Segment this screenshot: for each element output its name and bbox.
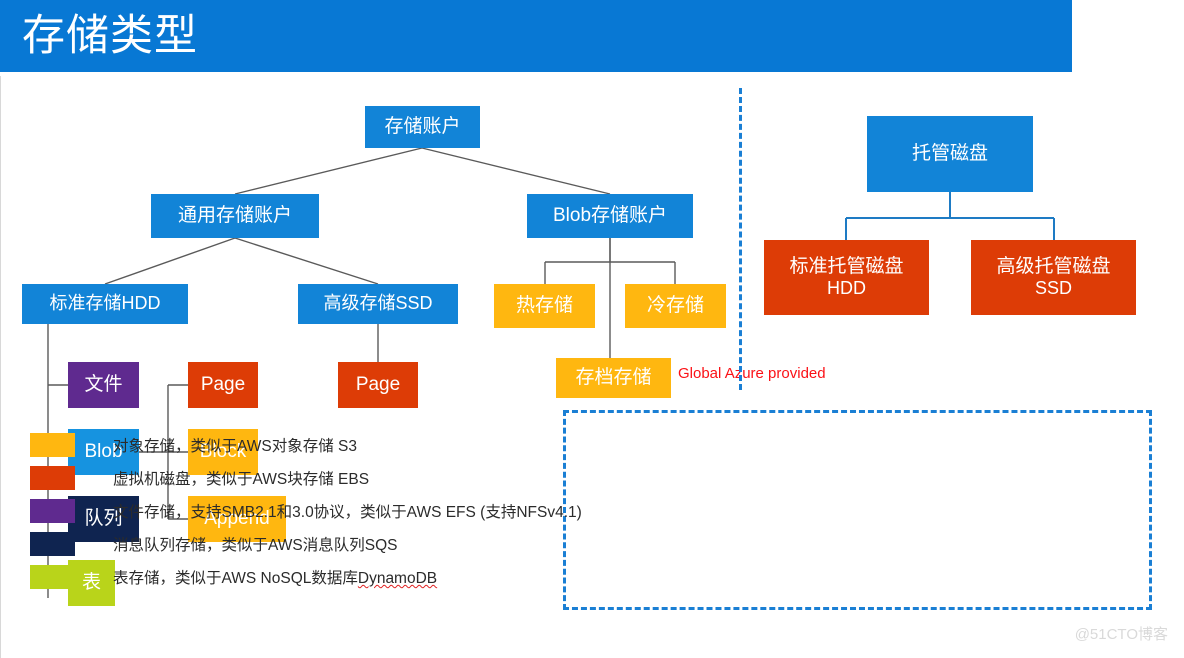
watermark: @51CTO博客 (1074, 626, 1168, 643)
legend-swatch-file-storage (30, 499, 75, 523)
archive-note-label: Global Azure provided (678, 365, 826, 382)
premium-managed-disk-subtitle: SSD (1034, 278, 1072, 299)
legend-label-file-storage: 文件存储，支持SMB2.1和3.0协议，类似于AWS EFS (支持NFSv4.… (113, 504, 582, 521)
legend-label-vm-disk: 虚拟机磁盘，类似于AWS块存储 EBS (113, 471, 370, 488)
node-managed-disk[interactable]: 托管磁盘 (867, 116, 1033, 192)
node-storage-account[interactable]: 存储账户 (365, 106, 480, 148)
node-premium-storage-ssd[interactable]: 高级存储SSD (298, 284, 458, 324)
node-file-storage[interactable]: 文件 (68, 362, 139, 408)
legend-label-table-storage: 表存储，类似于AWS NoSQL数据库DynamoDB (113, 566, 437, 588)
legend-item-queue-storage: 消息队列存储，类似于AWS消息队列SQS (30, 532, 397, 556)
node-premium-managed-disk[interactable]: 高级托管磁盘 SSD (971, 240, 1136, 315)
node-archive-tier[interactable]: 存档存储 (556, 358, 671, 398)
legend-swatch-object-storage (30, 433, 75, 457)
legend-label-table-storage-main: 表存储，类似于AWS NoSQL数据库 (113, 570, 358, 587)
legend-swatch-table-storage (30, 565, 75, 589)
legend-box (563, 410, 1152, 610)
node-standard-managed-disk[interactable]: 标准托管磁盘 HDD (764, 240, 929, 315)
node-cool-tier[interactable]: 冷存储 (625, 284, 726, 328)
legend-item-vm-disk: 虚拟机磁盘，类似于AWS块存储 EBS (30, 466, 369, 490)
standard-managed-disk-subtitle: HDD (827, 278, 866, 299)
legend-swatch-queue-storage (30, 532, 75, 556)
legend-item-object-storage: 对象存储，类似于AWS对象存储 S3 (30, 433, 357, 457)
legend-label-queue-storage: 消息队列存储，类似于AWS消息队列SQS (113, 537, 398, 554)
premium-managed-disk-title: 高级托管磁盘 (996, 255, 1111, 277)
node-blob-account[interactable]: Blob存储账户 (527, 194, 693, 238)
node-hot-tier[interactable]: 热存储 (494, 284, 595, 328)
standard-managed-disk-title: 标准托管磁盘 (789, 255, 904, 277)
node-standard-storage-hdd[interactable]: 标准存储HDD (22, 284, 188, 324)
node-general-purpose-account[interactable]: 通用存储账户 (151, 194, 319, 238)
legend-label-table-storage-suffix: DynamoDB (357, 570, 438, 587)
node-blob-type-page[interactable]: Page (188, 362, 258, 408)
vertical-dashed-divider (739, 88, 742, 390)
legend-item-table-storage: 表存储，类似于AWS NoSQL数据库DynamoDB (30, 565, 437, 589)
legend-label-object-storage: 对象存储，类似于AWS对象存储 S3 (113, 438, 357, 455)
legend-swatch-vm-disk (30, 466, 75, 490)
legend-item-file-storage: 文件存储，支持SMB2.1和3.0协议，类似于AWS EFS (支持NFSv4.… (30, 499, 582, 523)
node-premium-page[interactable]: Page (338, 362, 418, 408)
